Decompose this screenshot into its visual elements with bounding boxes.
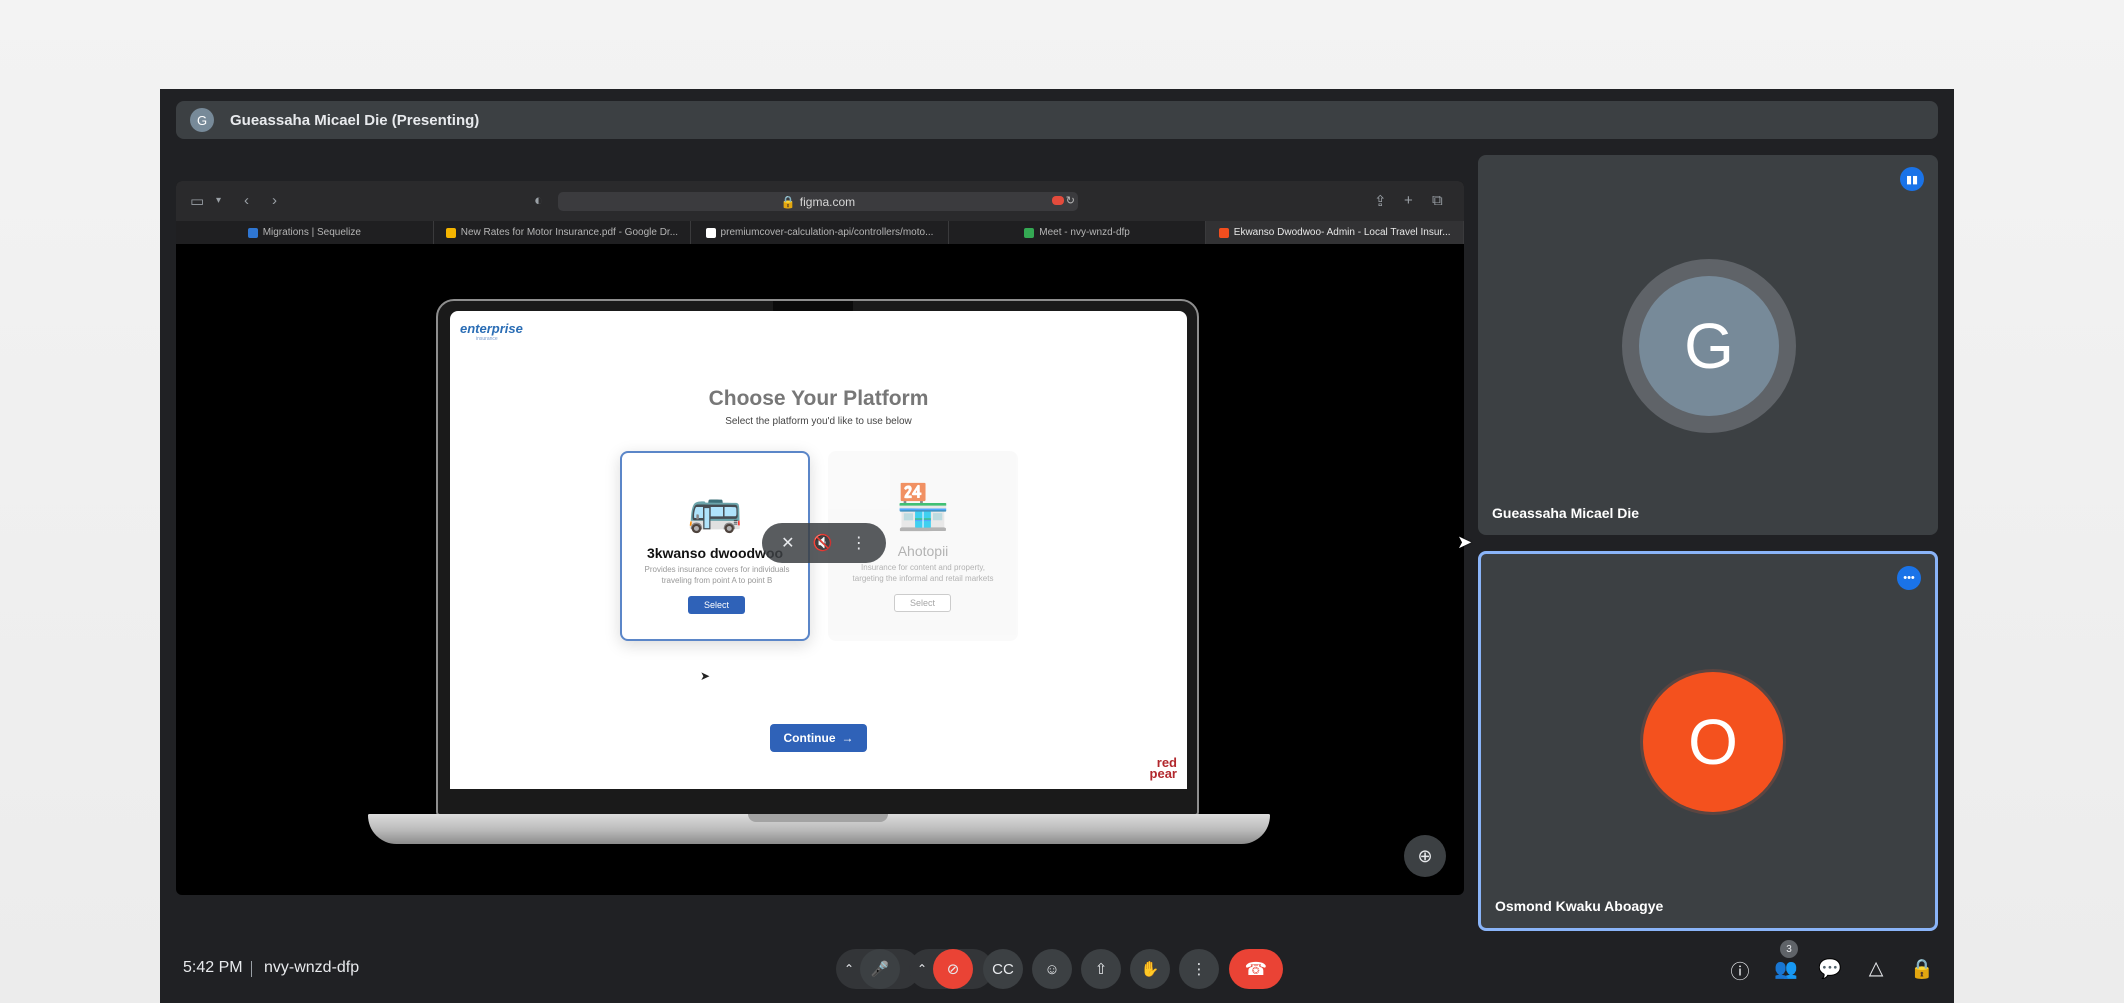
select-button: Select: [894, 594, 951, 612]
chevron-down-icon: ▾: [216, 195, 222, 206]
tab-favicon-icon: [247, 227, 258, 238]
privacy-shield-icon: ◐: [534, 192, 544, 209]
camera-off-button[interactable]: ⊘: [933, 949, 974, 989]
reactions-button[interactable]: ☺: [1032, 949, 1072, 989]
chevron-up-icon[interactable]: ⌃: [917, 962, 927, 976]
avatar-ring: O: [1640, 669, 1786, 815]
card-description: Insurance for content and property, targ…: [852, 563, 994, 583]
present-button[interactable]: ⇧: [1081, 949, 1121, 989]
presenter-avatar: G: [190, 108, 214, 132]
url-bar: 🔒 figma.com ↻: [558, 192, 1078, 211]
screen-subtitle: Select the platform you'd like to use be…: [725, 416, 912, 427]
zoom-button[interactable]: ⊕: [1404, 835, 1446, 877]
host-controls-button[interactable]: 🔒: [1908, 957, 1936, 981]
laptop-groove: [748, 814, 888, 822]
browser-tab-active: Ekwanso Dwodwoo- Admin - Local Travel In…: [1206, 221, 1464, 244]
camera-off-icon: ⊘: [946, 961, 960, 978]
avatar-ring: G: [1622, 259, 1796, 433]
audio-options-group: ⌃ 🎤: [836, 949, 920, 989]
mute-off-icon[interactable]: 🔇: [813, 533, 833, 553]
divider: [251, 961, 252, 977]
sidebar-toggle-icon: ▭: [190, 193, 205, 210]
more-vert-icon[interactable]: ⋮: [851, 533, 867, 553]
browser-tab: premiumcover-calculation-api/controllers…: [691, 221, 949, 244]
participant-name: Osmond Kwaku Aboagye: [1495, 898, 1664, 914]
screen-title: Choose Your Platform: [708, 387, 929, 410]
presenter-label: Gueassaha Micael Die (Presenting): [230, 111, 480, 129]
tab-favicon-icon: [445, 227, 456, 238]
raise-hand-button[interactable]: ✋: [1130, 949, 1170, 989]
laptop-mockup: enterprise insurance Choose Your Platfor…: [436, 299, 1199, 816]
more-options-icon[interactable]: •••: [1897, 566, 1921, 590]
browser-toolbar: ▭ ▾ ‹ › ◐ 🔒 figma.com ↻ ⇪ + ⧉: [176, 181, 1464, 221]
mouse-cursor-icon: ➤: [1457, 532, 1473, 552]
enterprise-logo-sub: insurance: [476, 336, 498, 342]
more-options-button[interactable]: ⋮: [1179, 949, 1219, 989]
redpear-logo: red pear: [1149, 755, 1177, 781]
hand-icon: ✋: [1140, 961, 1160, 978]
figma-design-screen: enterprise insurance Choose Your Platfor…: [450, 311, 1187, 789]
people-button[interactable]: 👥: [1772, 957, 1800, 981]
arrow-right-icon: →: [841, 731, 854, 745]
video-options-group: ⌃ ⊘: [909, 949, 993, 989]
forward-arrow-icon: ›: [272, 192, 277, 209]
chat-button[interactable]: 💬: [1816, 957, 1844, 981]
audio-level-icon: ▮▮: [1900, 167, 1924, 191]
captions-icon: CC: [992, 960, 1014, 978]
bottom-control-bar: 5:42 PM nvy-wnzd-dfp ⌃ 🎤 ⌃ ⊘ CC ☺ ⇧ ✋ ⋮ …: [160, 935, 1954, 1003]
url-text: figma.com: [799, 194, 856, 209]
tab-overview-icon: ⧉: [1432, 192, 1443, 209]
leave-call-button[interactable]: ☎: [1229, 949, 1283, 989]
zoom-in-icon: ⊕: [1417, 845, 1433, 866]
select-button: Select: [688, 596, 745, 614]
clock: 5:42 PM: [183, 959, 243, 976]
meet-window: G Gueassaha Micael Die (Presenting) ▭ ▾ …: [160, 89, 1954, 1003]
share-icon: ⇪: [1374, 193, 1387, 210]
people-count-badge: 3: [1780, 940, 1798, 958]
avatar: O: [1643, 672, 1783, 812]
enterprise-logo: enterprise: [460, 321, 523, 336]
card-description: Provides insurance covers for individual…: [644, 565, 790, 585]
presentation-hover-controls: ✕ 🔇 ⋮: [762, 523, 886, 563]
participant-name: Gueassaha Micael Die: [1492, 505, 1640, 521]
back-arrow-icon: ‹: [244, 192, 249, 209]
laptop-base: [368, 814, 1270, 844]
reload-icon: ↻: [1065, 195, 1075, 207]
tab-favicon-icon: [1218, 227, 1229, 238]
activities-button[interactable]: △: [1862, 957, 1890, 980]
new-tab-icon: +: [1404, 192, 1413, 209]
chat-icon: 💬: [1818, 959, 1842, 980]
participant-tile-active[interactable]: ••• O Osmond Kwaku Aboagye: [1478, 551, 1938, 931]
people-icon: 👥: [1774, 959, 1798, 980]
activities-icon: △: [1868, 958, 1884, 979]
lock-icon: 🔒: [780, 194, 796, 209]
participant-tile[interactable]: ▮▮ G Gueassaha Micael Die: [1478, 155, 1938, 535]
present-screen-icon: ⇧: [1094, 961, 1108, 978]
browser-tab: Meet - nvy-wnzd-dfp: [949, 221, 1207, 244]
info-icon: ⓘ: [1730, 962, 1750, 983]
shared-screen[interactable]: ▭ ▾ ‹ › ◐ 🔒 figma.com ↻ ⇪ + ⧉ Migrations…: [176, 181, 1464, 895]
tab-favicon-icon: [705, 227, 716, 238]
browser-tab: Migrations | Sequelize: [176, 221, 434, 244]
phone-hangup-icon: ☎: [1244, 958, 1268, 979]
microphone-icon: 🎤: [870, 961, 890, 978]
chevron-up-icon[interactable]: ⌃: [844, 962, 854, 976]
microphone-button[interactable]: 🎤: [860, 949, 901, 989]
extension-icon: [1052, 196, 1064, 205]
pin-off-icon[interactable]: ✕: [781, 533, 794, 553]
meeting-info-button[interactable]: ⓘ: [1726, 957, 1754, 984]
continue-button: Continue →: [770, 724, 867, 752]
browser-tabs: Migrations | Sequelize New Rates for Mot…: [176, 221, 1464, 244]
more-vert-icon: ⋮: [1191, 961, 1207, 978]
captions-button[interactable]: CC: [983, 949, 1023, 989]
emoji-icon: ☺: [1044, 960, 1060, 978]
presenter-bar: G Gueassaha Micael Die (Presenting): [176, 101, 1938, 139]
tab-favicon-icon: [1024, 227, 1035, 238]
browser-tab: New Rates for Motor Insurance.pdf - Goog…: [434, 221, 692, 244]
cursor-icon: ➤: [700, 669, 711, 683]
lock-icon: 🔒: [1910, 959, 1934, 980]
meeting-code: nvy-wnzd-dfp: [264, 959, 360, 976]
avatar: G: [1639, 276, 1779, 416]
